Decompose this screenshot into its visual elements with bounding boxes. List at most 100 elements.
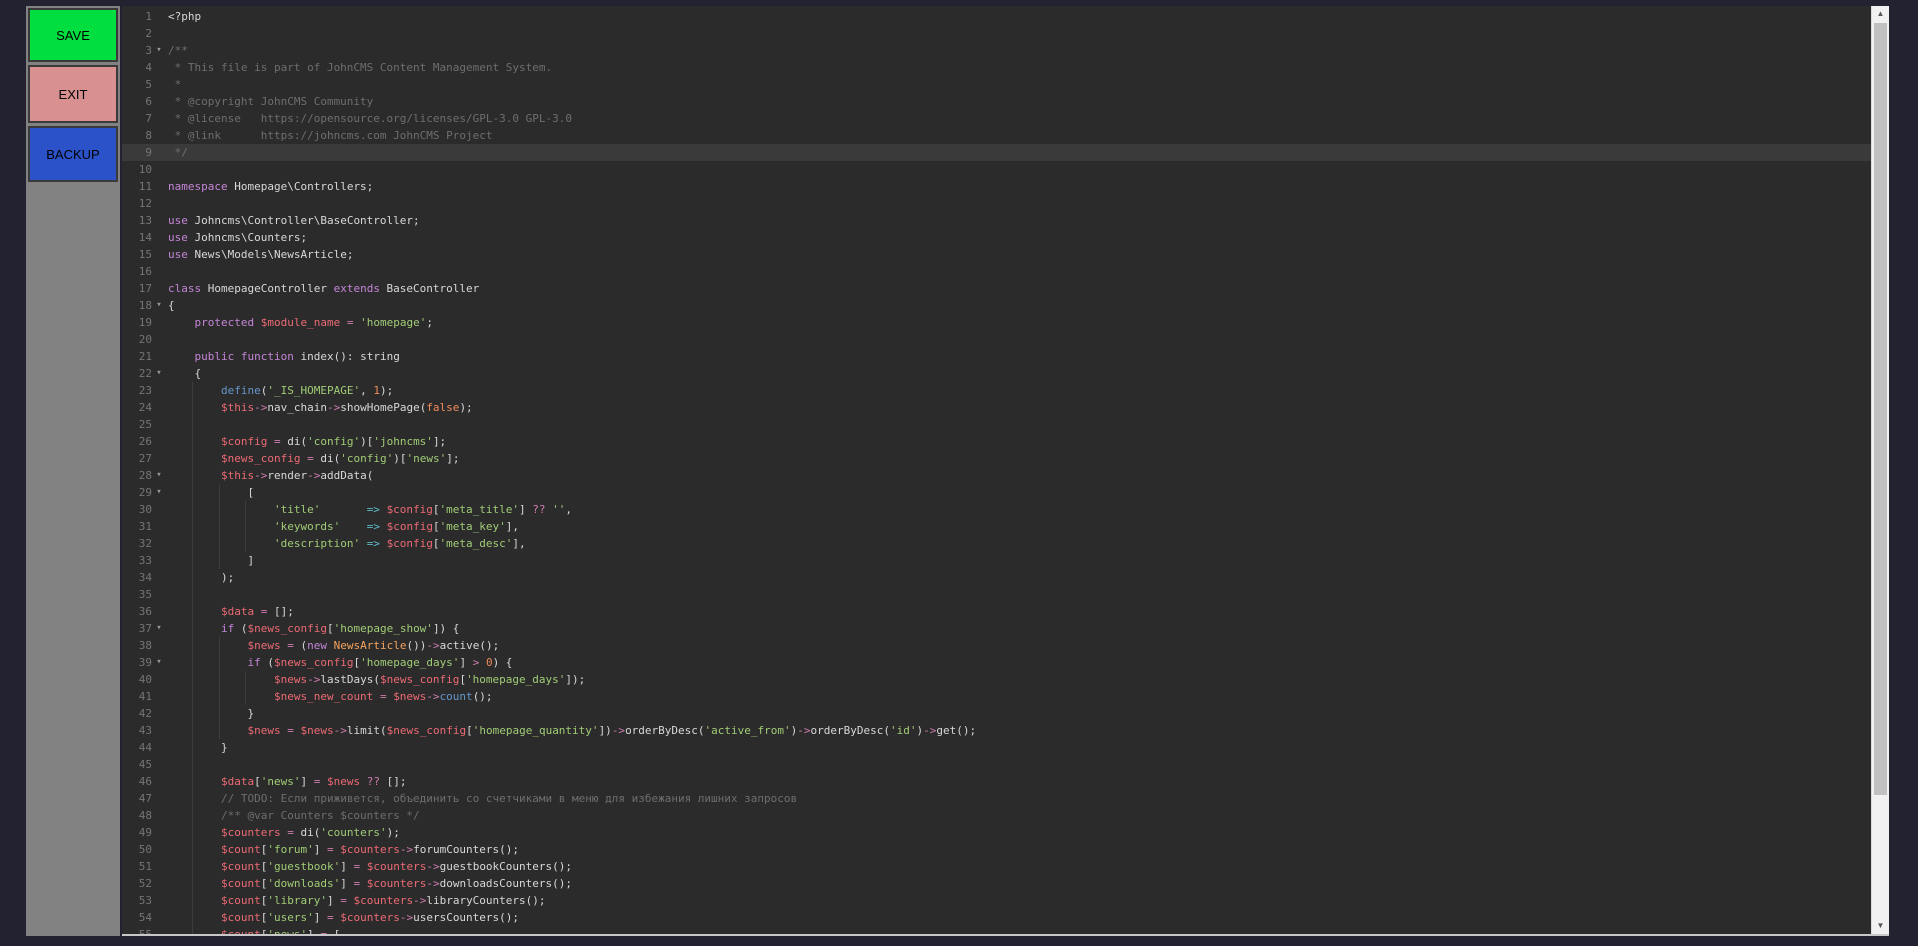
code-line[interactable]: 48 /** @var Counters $counters */ bbox=[122, 807, 1871, 824]
code-line[interactable]: 49 $counters = di('counters'); bbox=[122, 824, 1871, 841]
code-text bbox=[166, 195, 1871, 212]
code-line[interactable]: 6 * @copyright JohnCMS Community bbox=[122, 93, 1871, 110]
save-button[interactable]: SAVE bbox=[28, 8, 118, 62]
vertical-scrollbar[interactable]: ▲ ▼ bbox=[1871, 6, 1889, 934]
code-text: $data['news'] = $news ?? []; bbox=[166, 773, 1871, 790]
fold-spacer bbox=[152, 331, 166, 348]
line-number: 6 bbox=[122, 93, 152, 110]
code-line[interactable]: 11namespace Homepage\Controllers; bbox=[122, 178, 1871, 195]
line-number: 39 bbox=[122, 654, 152, 671]
code-line[interactable]: 8 * @link https://johncms.com JohnCMS Pr… bbox=[122, 127, 1871, 144]
code-line[interactable]: 2 bbox=[122, 25, 1871, 42]
fold-marker-icon[interactable]: ▾ bbox=[152, 297, 166, 314]
code-line[interactable]: 28▾ $this->render->addData( bbox=[122, 467, 1871, 484]
indent-guide bbox=[192, 450, 193, 467]
backup-button[interactable]: BACKUP bbox=[28, 126, 118, 182]
exit-button[interactable]: EXIT bbox=[28, 65, 118, 123]
code-line[interactable]: 26 $config = di('config')['johncms']; bbox=[122, 433, 1871, 450]
code-line[interactable]: 45 bbox=[122, 756, 1871, 773]
line-number: 23 bbox=[122, 382, 152, 399]
line-number: 13 bbox=[122, 212, 152, 229]
code-line[interactable]: 36 $data = []; bbox=[122, 603, 1871, 620]
code-line[interactable]: 25 bbox=[122, 416, 1871, 433]
code-line[interactable]: 52 $count['downloads'] = $counters->down… bbox=[122, 875, 1871, 892]
fold-marker-icon[interactable]: ▾ bbox=[152, 620, 166, 637]
indent-guide bbox=[192, 926, 193, 934]
indent-guide bbox=[192, 569, 193, 586]
code-line[interactable]: 17class HomepageController extends BaseC… bbox=[122, 280, 1871, 297]
line-number: 42 bbox=[122, 705, 152, 722]
code-line[interactable]: 7 * @license https://opensource.org/lice… bbox=[122, 110, 1871, 127]
indent-guide bbox=[192, 382, 193, 399]
code-line[interactable]: 46 $data['news'] = $news ?? []; bbox=[122, 773, 1871, 790]
code-line[interactable]: 55 $count['news'] = [ bbox=[122, 926, 1871, 934]
code-line[interactable]: 18▾{ bbox=[122, 297, 1871, 314]
code-line[interactable]: 27 $news_config = di('config')['news']; bbox=[122, 450, 1871, 467]
code-line[interactable]: 12 bbox=[122, 195, 1871, 212]
code-line[interactable]: 23 define('_IS_HOMEPAGE', 1); bbox=[122, 382, 1871, 399]
code-text: * @license https://opensource.org/licens… bbox=[166, 110, 1871, 127]
code-line[interactable]: 22▾ { bbox=[122, 365, 1871, 382]
code-line[interactable]: 44 } bbox=[122, 739, 1871, 756]
code-line[interactable]: 50 $count['forum'] = $counters->forumCou… bbox=[122, 841, 1871, 858]
code-line[interactable]: 9 */ bbox=[122, 144, 1871, 161]
code-line[interactable]: 40 $news->lastDays($news_config['homepag… bbox=[122, 671, 1871, 688]
fold-spacer bbox=[152, 790, 166, 807]
code-line[interactable]: 54 $count['users'] = $counters->usersCou… bbox=[122, 909, 1871, 926]
code-line[interactable]: 41 $news_new_count = $news->count(); bbox=[122, 688, 1871, 705]
fold-marker-icon[interactable]: ▾ bbox=[152, 654, 166, 671]
fold-spacer bbox=[152, 688, 166, 705]
code-line[interactable]: 29▾ [ bbox=[122, 484, 1871, 501]
code-line[interactable]: 15use News\Models\NewsArticle; bbox=[122, 246, 1871, 263]
line-number: 16 bbox=[122, 263, 152, 280]
code-line[interactable]: 38 $news = (new NewsArticle())->active()… bbox=[122, 637, 1871, 654]
code-line[interactable]: 53 $count['library'] = $counters->librar… bbox=[122, 892, 1871, 909]
code-line[interactable]: 39▾ if ($news_config['homepage_days'] > … bbox=[122, 654, 1871, 671]
line-number: 24 bbox=[122, 399, 152, 416]
code-line[interactable]: 1<?php bbox=[122, 8, 1871, 25]
code-line[interactable]: 5 * bbox=[122, 76, 1871, 93]
code-line[interactable]: 37▾ if ($news_config['homepage_show']) { bbox=[122, 620, 1871, 637]
code-line[interactable]: 32 'description' => $config['meta_desc']… bbox=[122, 535, 1871, 552]
code-line[interactable]: 4 * This file is part of JohnCMS Content… bbox=[122, 59, 1871, 76]
line-number: 29 bbox=[122, 484, 152, 501]
code-line[interactable]: 21 public function index(): string bbox=[122, 348, 1871, 365]
code-line[interactable]: 51 $count['guestbook'] = $counters->gues… bbox=[122, 858, 1871, 875]
code-text: protected $module_name = 'homepage'; bbox=[166, 314, 1871, 331]
code-editor[interactable]: 1<?php23▾/**4 * This file is part of Joh… bbox=[122, 6, 1889, 936]
code-line[interactable]: 16 bbox=[122, 263, 1871, 280]
indent-guide bbox=[192, 671, 193, 688]
scrollbar-down-button[interactable]: ▼ bbox=[1872, 918, 1889, 934]
code-line[interactable]: 3▾/** bbox=[122, 42, 1871, 59]
code-line[interactable]: 20 bbox=[122, 331, 1871, 348]
code-line[interactable]: 30 'title' => $config['meta_title'] ?? '… bbox=[122, 501, 1871, 518]
indent-guide bbox=[219, 671, 220, 688]
code-line[interactable]: 33 ] bbox=[122, 552, 1871, 569]
code-line[interactable]: 13 use Johncms\Controller\BaseController; bbox=[122, 212, 1871, 229]
line-number: 3 bbox=[122, 42, 152, 59]
code-line[interactable]: 10 bbox=[122, 161, 1871, 178]
code-line[interactable]: 42 } bbox=[122, 705, 1871, 722]
code-line[interactable]: 31 'keywords' => $config['meta_key'], bbox=[122, 518, 1871, 535]
code-line[interactable]: 35 bbox=[122, 586, 1871, 603]
fold-spacer bbox=[152, 841, 166, 858]
code-lines[interactable]: 1<?php23▾/**4 * This file is part of Joh… bbox=[122, 6, 1871, 934]
fold-spacer bbox=[152, 161, 166, 178]
fold-marker-icon[interactable]: ▾ bbox=[152, 365, 166, 382]
indent-guide bbox=[192, 399, 193, 416]
code-line[interactable]: 43 $news = $news->limit($news_config['ho… bbox=[122, 722, 1871, 739]
fold-marker-icon[interactable]: ▾ bbox=[152, 42, 166, 59]
fold-marker-icon[interactable]: ▾ bbox=[152, 467, 166, 484]
code-line[interactable]: 24 $this->nav_chain->showHomePage(false)… bbox=[122, 399, 1871, 416]
code-line[interactable]: 19 protected $module_name = 'homepage'; bbox=[122, 314, 1871, 331]
code-text: use Johncms\Controller\BaseController; bbox=[166, 212, 1871, 229]
code-line[interactable]: 34 ); bbox=[122, 569, 1871, 586]
fold-spacer bbox=[152, 280, 166, 297]
code-text: $count['users'] = $counters->usersCounte… bbox=[166, 909, 1871, 926]
scrollbar-up-button[interactable]: ▲ bbox=[1872, 6, 1889, 22]
code-line[interactable]: 14use Johncms\Counters; bbox=[122, 229, 1871, 246]
fold-marker-icon[interactable]: ▾ bbox=[152, 484, 166, 501]
fold-spacer bbox=[152, 110, 166, 127]
code-line[interactable]: 47 // TODO: Если приживется, объединить … bbox=[122, 790, 1871, 807]
scrollbar-thumb[interactable] bbox=[1874, 23, 1887, 795]
